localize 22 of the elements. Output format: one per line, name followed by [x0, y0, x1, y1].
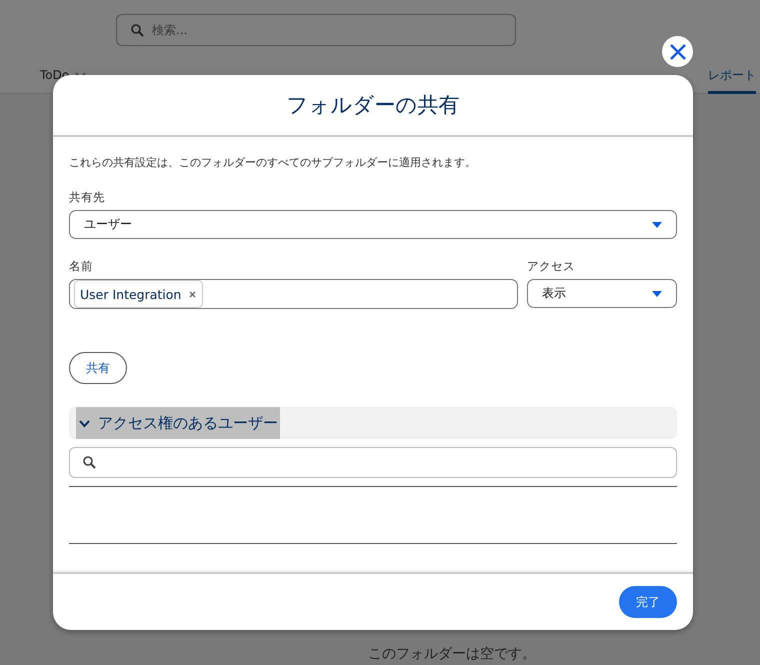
search-icon [131, 24, 144, 36]
field-label: 名前 [69, 259, 94, 274]
remove-icon[interactable] [189, 290, 196, 298]
share-button[interactable]: 共有 [69, 352, 127, 384]
done-button[interactable]: 完了 [619, 586, 677, 618]
description-text: これらの共有設定は、このフォルダーのすべてのサブフォルダーに適用されます。 [69, 155, 477, 170]
access-select[interactable]: 表示 [527, 279, 677, 308]
share-with-select[interactable]: ユーザー [69, 210, 677, 239]
dropdown-caret-icon [652, 290, 662, 296]
field-label: アクセス [527, 259, 576, 274]
search-placeholder: 検索... [152, 22, 188, 38]
close-icon [670, 44, 686, 60]
search-icon [83, 456, 96, 469]
pill-label: User Integration [80, 286, 182, 302]
field-label: 共有先 [69, 190, 106, 205]
empty-folder-message: このフォルダーは空です。 [368, 645, 536, 663]
dialog-title: フォルダーの共有 [286, 92, 460, 119]
dropdown-caret-icon [652, 222, 662, 228]
nav-tab[interactable]: レポート [708, 60, 756, 94]
section-toggle[interactable]: アクセス権のあるユーザー [76, 407, 280, 439]
user-search-field[interactable] [69, 447, 677, 478]
name-field[interactable]: User Integration [69, 279, 518, 309]
